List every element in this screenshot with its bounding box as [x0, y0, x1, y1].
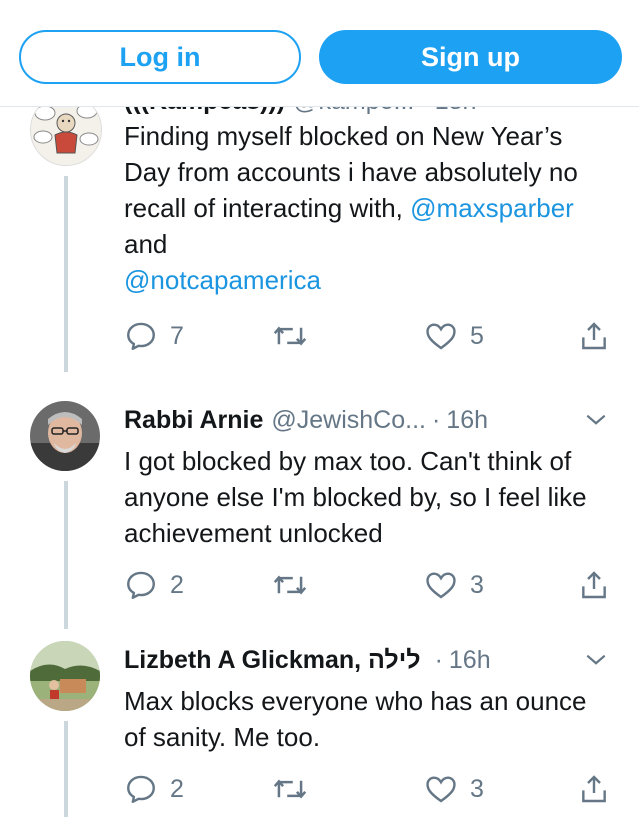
cartoon-avatar-image [31, 107, 101, 165]
thread-line [64, 481, 68, 629]
login-button[interactable]: Log in [19, 30, 301, 84]
top-bar: Log in Sign up [0, 0, 639, 107]
avatar[interactable] [30, 641, 100, 711]
share-button[interactable] [578, 316, 610, 356]
reply-icon [127, 322, 155, 350]
avatar[interactable] [30, 107, 102, 166]
tweet-header: (((Kampeas))) @kampe... · 18h [124, 107, 609, 118]
share-icon [582, 322, 606, 350]
avatar[interactable] [30, 401, 100, 471]
outdoor-photo-avatar-image [30, 641, 100, 711]
mention-link[interactable]: @notcapamerica [124, 265, 321, 295]
like-icon [426, 776, 456, 803]
share-icon [582, 775, 606, 803]
share-icon [582, 571, 606, 599]
like-count: 3 [470, 570, 484, 599]
signup-button[interactable]: Sign up [319, 30, 622, 84]
mention-link[interactable]: @maxsparber [410, 193, 574, 223]
reply-button[interactable]: 2 [124, 565, 184, 605]
handle[interactable]: @JewishCo... [271, 406, 426, 435]
tweet-header: Rabbi Arnie @JewishCo... · 16h [124, 403, 609, 437]
tweet-text: I got blocked by max too. Can't think of… [124, 446, 587, 548]
share-button[interactable] [578, 565, 610, 605]
timeline: (((Kampeas))) @kampe... · 18h Finding my… [0, 107, 639, 817]
retweet-icon [273, 779, 307, 799]
reply-button[interactable]: 2 [124, 769, 184, 809]
retweet-icon [273, 326, 307, 346]
tweet-text: Max blocks everyone who has an ounce of … [124, 686, 587, 752]
separator-dot: · [431, 405, 441, 434]
reply-count: 7 [170, 321, 184, 350]
tweet-header: Lizbeth A Glickman, לילה · 16h [124, 643, 609, 677]
thread-line [64, 721, 68, 817]
reply-icon [127, 775, 155, 803]
separator-dot: · [420, 107, 428, 116]
person-avatar-image [30, 401, 100, 471]
like-count: 3 [470, 774, 484, 803]
like-icon [426, 323, 456, 350]
tweet-actions: 2 3 [124, 769, 614, 809]
thread-line [64, 176, 68, 372]
tweet-lizbeth[interactable]: Lizbeth A Glickman, לילה · 16h Max block… [0, 629, 639, 817]
reply-icon [127, 571, 155, 599]
like-button[interactable]: 3 [424, 565, 484, 605]
tweet-actions: 2 3 [124, 565, 614, 605]
share-button[interactable] [578, 769, 610, 809]
like-icon [426, 572, 456, 599]
like-button[interactable]: 5 [424, 316, 484, 356]
like-count: 5 [470, 321, 484, 350]
like-button[interactable]: 3 [424, 769, 484, 809]
reply-count: 2 [170, 774, 184, 803]
retweet-button[interactable] [272, 316, 320, 356]
timestamp[interactable]: 18h [435, 107, 477, 116]
reply-button[interactable]: 7 [124, 316, 184, 356]
chevron-down-icon[interactable] [583, 407, 609, 433]
tweet-text: Finding myself blocked on New Year’s Day… [124, 118, 594, 298]
tweet-rabbi-arnie[interactable]: Rabbi Arnie @JewishCo... · 16h I got blo… [0, 389, 639, 629]
handle[interactable]: @kampe... [293, 107, 414, 116]
separator-dot: · [434, 645, 443, 674]
tweet-text-part: and [124, 229, 168, 259]
chevron-down-icon[interactable] [583, 107, 609, 114]
display-name[interactable]: (((Kampeas))) [124, 107, 285, 116]
reply-count: 2 [170, 570, 184, 599]
retweet-button[interactable] [272, 769, 320, 809]
tweet-kampeas[interactable]: (((Kampeas))) @kampe... · 18h Finding my… [0, 107, 639, 372]
tweet-actions: 7 5 [124, 316, 614, 356]
display-name[interactable]: Rabbi Arnie [124, 406, 263, 435]
retweet-icon [273, 575, 307, 595]
timestamp[interactable]: 16h [446, 406, 488, 435]
display-name[interactable]: Lizbeth A Glickman, לילה [124, 646, 421, 675]
timestamp[interactable]: 16h [449, 646, 491, 675]
retweet-button[interactable] [272, 565, 320, 605]
chevron-down-icon[interactable] [583, 647, 609, 673]
